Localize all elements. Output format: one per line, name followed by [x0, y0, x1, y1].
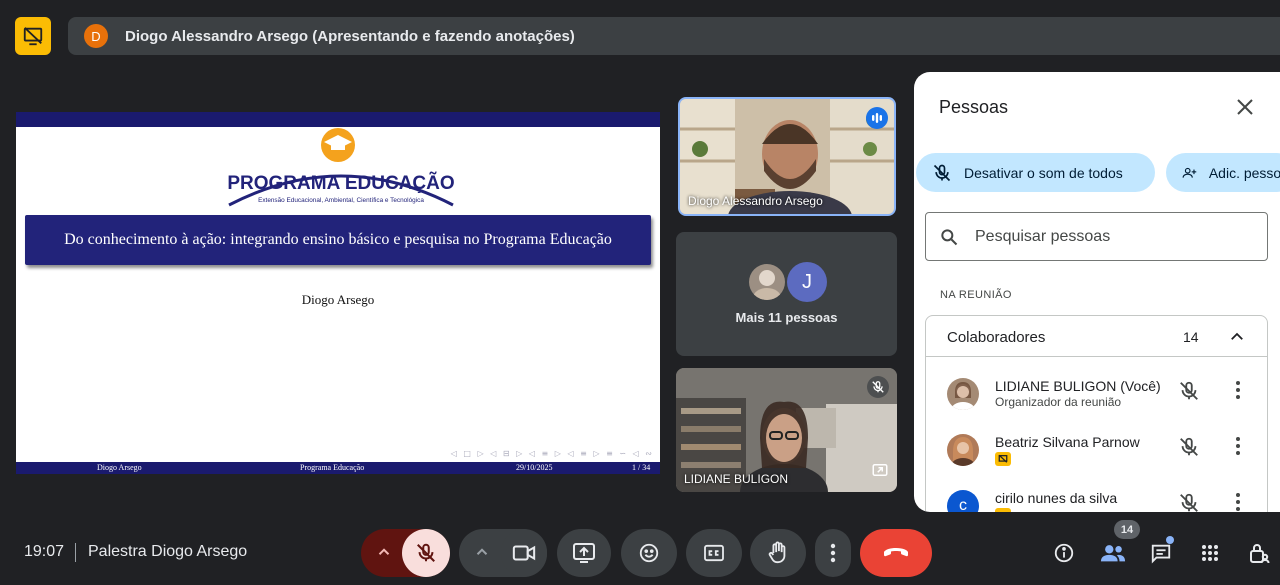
- present-screen-icon: [573, 543, 595, 563]
- participant-role: Organizador da reunião: [995, 395, 1122, 409]
- chevron-up-icon[interactable]: [375, 543, 393, 566]
- present-screen-button[interactable]: [557, 529, 611, 577]
- mic-off-icon: [867, 376, 889, 398]
- avatar: [947, 434, 979, 466]
- slide-title: Do conhecimento à ação: integrando ensin…: [25, 215, 651, 265]
- apps-grid-icon: [1202, 545, 1218, 561]
- info-icon: [1054, 543, 1074, 563]
- slide-top-band: [16, 112, 660, 127]
- presenter-avatar: D: [84, 24, 108, 48]
- captions-button[interactable]: [686, 529, 742, 577]
- chat-icon: [1151, 544, 1171, 564]
- participant-tile-diogo[interactable]: Diogo Alessandro Arsego: [678, 97, 896, 216]
- participant-row[interactable]: c cirilo nunes da silva: [926, 484, 1267, 512]
- participant-name: Beatriz Silvana Parnow: [995, 434, 1140, 450]
- collaborators-group: Colaboradores 14 LIDIANE BULIGON (Você) …: [925, 315, 1268, 512]
- slide-author: Diogo Arsego: [301, 292, 375, 307]
- slide-nav-symbols: ◁ □ ▷ ◁ ⊟ ▷ ◁ ≡ ▷ ◁ ≡ ▷ ≡ ∽ ◁ ∾: [450, 449, 654, 458]
- camera-toggle-button[interactable]: [501, 529, 547, 577]
- program-logo: PROGRAMA EDUCAÇÃO Extensão Educacional, …: [221, 127, 461, 211]
- mic-off-icon[interactable]: [1178, 436, 1200, 463]
- speaking-indicator-icon: [866, 107, 888, 129]
- collaborators-label: Colaboradores: [947, 329, 1046, 346]
- picture-in-picture-icon[interactable]: [871, 461, 889, 484]
- more-people-label: Mais 11 pessoas: [735, 310, 838, 325]
- mute-all-label: Desativar o som de todos: [964, 164, 1123, 181]
- mic-off-icon[interactable]: [1178, 492, 1200, 512]
- more-vert-icon: [830, 543, 836, 563]
- mic-off-icon: [933, 164, 951, 181]
- participant-name: cirilo nunes da silva: [995, 490, 1118, 506]
- panel-title: Pessoas: [939, 97, 1009, 117]
- presenting-badge-icon: [995, 452, 1011, 466]
- mic-off-icon[interactable]: [1178, 380, 1200, 407]
- add-people-button[interactable]: Adic. pessoas: [1166, 153, 1280, 192]
- slide-footer-author: Diogo Arsego: [97, 463, 142, 472]
- clock: 19:07: [24, 543, 65, 560]
- people-button[interactable]: [1097, 537, 1129, 569]
- chevron-up-icon[interactable]: [1228, 328, 1246, 351]
- more-avatars: J: [749, 262, 829, 302]
- more-options-icon[interactable]: [1228, 436, 1248, 461]
- people-icon: [1100, 545, 1126, 562]
- avatar: [947, 378, 979, 410]
- participant-row[interactable]: LIDIANE BULIGON (Você) Organizador da re…: [926, 372, 1267, 428]
- raise-hand-icon: [768, 541, 786, 564]
- avatar: c: [947, 490, 979, 512]
- in-meeting-label: NA REUNIÃO: [940, 289, 1012, 301]
- close-icon[interactable]: [1232, 94, 1258, 120]
- participant-name: LIDIANE BULIGON (Você): [995, 378, 1161, 394]
- participant-tile-lidiane[interactable]: LIDIANE BULIGON: [676, 368, 897, 492]
- captions-icon: [704, 544, 724, 562]
- activities-button[interactable]: [1194, 537, 1226, 569]
- divider: [75, 543, 76, 562]
- mute-all-button[interactable]: Desativar o som de todos: [916, 153, 1155, 192]
- more-options-icon[interactable]: [1228, 492, 1248, 512]
- slide-footer-date: 29/10/2025: [516, 463, 553, 472]
- host-controls-button[interactable]: [1243, 537, 1275, 569]
- collaborators-count: 14: [1183, 329, 1199, 345]
- logo-title: PROGRAMA EDUCAÇÃO: [227, 172, 454, 194]
- presenter-banner: D Diogo Alessandro Arsego (Apresentando …: [68, 17, 1280, 55]
- presentation-slide: PROGRAMA EDUCAÇÃO Extensão Educacional, …: [16, 112, 660, 474]
- video-camera-icon: [512, 545, 536, 561]
- participant-name-diogo: Diogo Alessandro Arsego: [688, 194, 823, 208]
- participant-name-lidiane: LIDIANE BULIGON: [684, 472, 789, 486]
- add-person-icon: [1182, 167, 1197, 178]
- presenting-badge-icon: [995, 508, 1011, 512]
- slide-footer-program: Programa Educação: [300, 463, 365, 472]
- lock-person-icon: [1250, 544, 1270, 564]
- chevron-up-icon[interactable]: [473, 543, 491, 566]
- logo-subtitle: Extensão Educacional, Ambiental, Científ…: [258, 197, 424, 204]
- mic-toggle-button[interactable]: [402, 529, 450, 577]
- search-field[interactable]: [925, 212, 1268, 261]
- unread-indicator: [1166, 536, 1174, 544]
- raise-hand-button[interactable]: [750, 529, 806, 577]
- participant-avatar: [749, 264, 785, 300]
- emoji-icon: [639, 543, 659, 563]
- participant-avatar-j: J: [787, 262, 827, 302]
- search-input[interactable]: [975, 227, 1235, 246]
- slide-footer-page: 1 / 34: [632, 463, 651, 472]
- more-options-icon[interactable]: [1228, 380, 1248, 405]
- add-people-label: Adic. pessoas: [1208, 164, 1280, 181]
- reactions-button[interactable]: [621, 529, 677, 577]
- presenting-indicator-icon[interactable]: [15, 17, 51, 55]
- leave-call-button[interactable]: [860, 529, 932, 577]
- meeting-details-button[interactable]: [1048, 537, 1080, 569]
- microphone-control: [361, 529, 450, 577]
- mic-off-icon: [417, 543, 435, 562]
- search-icon: [941, 228, 958, 245]
- more-participants-tile[interactable]: J Mais 11 pessoas: [676, 232, 897, 356]
- participant-row[interactable]: Beatriz Silvana Parnow: [926, 428, 1267, 484]
- hang-up-icon: [884, 548, 908, 557]
- camera-control: [459, 529, 547, 577]
- meeting-name: Palestra Diogo Arsego: [88, 543, 248, 560]
- people-panel: Pessoas Desativar o som de todos Adic. p…: [914, 72, 1280, 512]
- collaborators-header[interactable]: Colaboradores 14: [926, 316, 1267, 357]
- more-options-button[interactable]: [815, 529, 851, 577]
- presenter-text: Diogo Alessandro Arsego (Apresentando e …: [125, 27, 575, 45]
- slide-footer: Diogo Arsego Programa Educação 29/10/202…: [16, 462, 660, 474]
